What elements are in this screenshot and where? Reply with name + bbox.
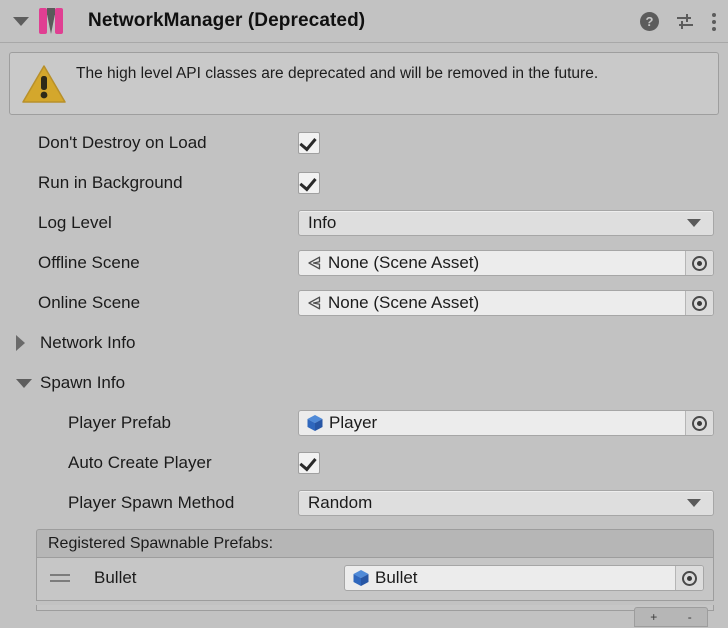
header-buttons: ?	[640, 0, 716, 43]
chevron-down-icon	[13, 16, 29, 26]
object-picker-button[interactable]	[685, 411, 713, 435]
row-run-in-background: Run in Background	[0, 163, 728, 203]
objectfield-player-prefab[interactable]: Player	[298, 410, 714, 436]
dropdown-log-level[interactable]: Info	[298, 210, 714, 236]
control-online-scene: None (Scene Asset)	[298, 290, 714, 316]
row-dont-destroy-on-load: Don't Destroy on Load	[0, 123, 728, 163]
object-picker-button[interactable]	[685, 291, 713, 315]
label-auto-create-player: Auto Create Player	[68, 453, 212, 472]
list-footer-bar	[36, 605, 714, 611]
objectfield-offline-scene[interactable]: None (Scene Asset)	[298, 250, 714, 276]
add-item-button[interactable]: +	[650, 611, 657, 623]
target-icon	[692, 255, 707, 271]
object-picker-button[interactable]	[685, 251, 713, 275]
row-online-scene: Online Scene None (Scene Asset)	[0, 283, 728, 323]
row-player-prefab: Player Prefab Player	[0, 403, 728, 443]
chevron-down-icon	[687, 219, 701, 227]
property-rows: Don't Destroy on Load Run in Background …	[0, 115, 728, 523]
list-item-label: Bullet	[94, 568, 137, 587]
objectfield-offline-scene-value: None (Scene Asset)	[328, 253, 480, 272]
spawnable-prefabs-list-header-label: Registered Spawnable Prefabs:	[48, 534, 274, 552]
label-run-in-background: Run in Background	[38, 173, 183, 192]
deprecation-warning-box: The high level API classes are deprecate…	[9, 52, 719, 115]
control-player-spawn-method: Random	[298, 490, 714, 516]
chevron-down-icon	[687, 499, 701, 507]
dropdown-player-spawn-method-value: Random	[308, 493, 373, 512]
chevron-down-icon	[16, 378, 36, 388]
warning-icon	[22, 64, 66, 104]
kebab-menu-icon[interactable]	[711, 12, 716, 31]
preset-settings-icon[interactable]	[675, 12, 695, 32]
control-offline-scene: None (Scene Asset)	[298, 250, 714, 276]
scene-asset-icon	[306, 295, 323, 311]
row-log-level: Log Level Info	[0, 203, 728, 243]
objectfield-online-scene-value: None (Scene Asset)	[328, 293, 480, 312]
check-icon	[299, 453, 317, 472]
control-dont-destroy-on-load	[298, 132, 714, 154]
component-foldout-arrow[interactable]	[8, 16, 34, 26]
objectfield-bullet-value: Bullet	[375, 568, 418, 587]
checkbox-dont-destroy-on-load[interactable]	[298, 132, 320, 154]
spawnable-prefabs-list-footer: + -	[36, 605, 714, 627]
component-header[interactable]: NetworkManager (Deprecated) ?	[0, 0, 728, 43]
networkmanager-icon	[38, 6, 64, 36]
control-player-prefab: Player	[298, 410, 714, 436]
inspector-panel: NetworkManager (Deprecated) ? The high l…	[0, 0, 728, 628]
label-player-prefab: Player Prefab	[68, 413, 171, 432]
target-icon	[692, 295, 707, 311]
chevron-right-icon	[16, 335, 36, 351]
spawnable-prefabs-list-header: Registered Spawnable Prefabs:	[36, 529, 714, 558]
row-auto-create-player: Auto Create Player	[0, 443, 728, 483]
help-glyph: ?	[645, 14, 654, 29]
help-icon[interactable]: ?	[640, 12, 659, 31]
dropdown-player-spawn-method[interactable]: Random	[298, 490, 714, 516]
foldout-network-info-label: Network Info	[40, 333, 136, 352]
scene-asset-icon	[306, 255, 323, 271]
drag-handle-icon[interactable]	[50, 574, 76, 582]
foldout-spawn-info-label: Spawn Info	[40, 373, 126, 392]
check-icon	[299, 133, 317, 152]
object-picker-button[interactable]	[675, 566, 703, 590]
control-auto-create-player	[298, 452, 714, 474]
label-online-scene: Online Scene	[38, 293, 141, 312]
prefab-icon	[306, 414, 324, 432]
dropdown-log-level-value: Info	[308, 213, 337, 232]
prefab-icon	[352, 569, 370, 587]
remove-item-button[interactable]: -	[688, 611, 692, 623]
check-icon	[299, 173, 317, 192]
row-offline-scene: Offline Scene None (Scene Asset)	[0, 243, 728, 283]
checkbox-auto-create-player[interactable]	[298, 452, 320, 474]
warning-message: The high level API classes are deprecate…	[76, 65, 599, 82]
checkbox-run-in-background[interactable]	[298, 172, 320, 194]
row-player-spawn-method: Player Spawn Method Random	[0, 483, 728, 523]
objectfield-bullet[interactable]: Bullet	[344, 565, 704, 591]
objectfield-online-scene[interactable]: None (Scene Asset)	[298, 290, 714, 316]
foldout-network-info[interactable]: Network Info	[0, 323, 728, 363]
control-run-in-background	[298, 172, 714, 194]
list-footer-buttons: + -	[634, 607, 708, 627]
list-item[interactable]: Bullet Bullet	[44, 564, 706, 592]
label-player-spawn-method: Player Spawn Method	[68, 493, 235, 512]
label-offline-scene: Offline Scene	[38, 253, 140, 272]
component-title: NetworkManager (Deprecated)	[88, 10, 366, 31]
label-dont-destroy-on-load: Don't Destroy on Load	[38, 133, 207, 152]
foldout-spawn-info[interactable]: Spawn Info	[0, 363, 728, 403]
control-log-level: Info	[298, 210, 714, 236]
list-item-field: Bullet	[344, 565, 704, 591]
settings-sliders-glyph	[677, 13, 693, 29]
target-icon	[692, 415, 707, 431]
label-log-level: Log Level	[38, 213, 112, 232]
objectfield-player-prefab-value: Player	[329, 413, 378, 432]
spawnable-prefabs-list: Registered Spawnable Prefabs: Bullet Bul…	[36, 529, 714, 601]
spawnable-prefabs-list-body: Bullet Bullet	[36, 558, 714, 601]
target-icon	[682, 570, 697, 586]
